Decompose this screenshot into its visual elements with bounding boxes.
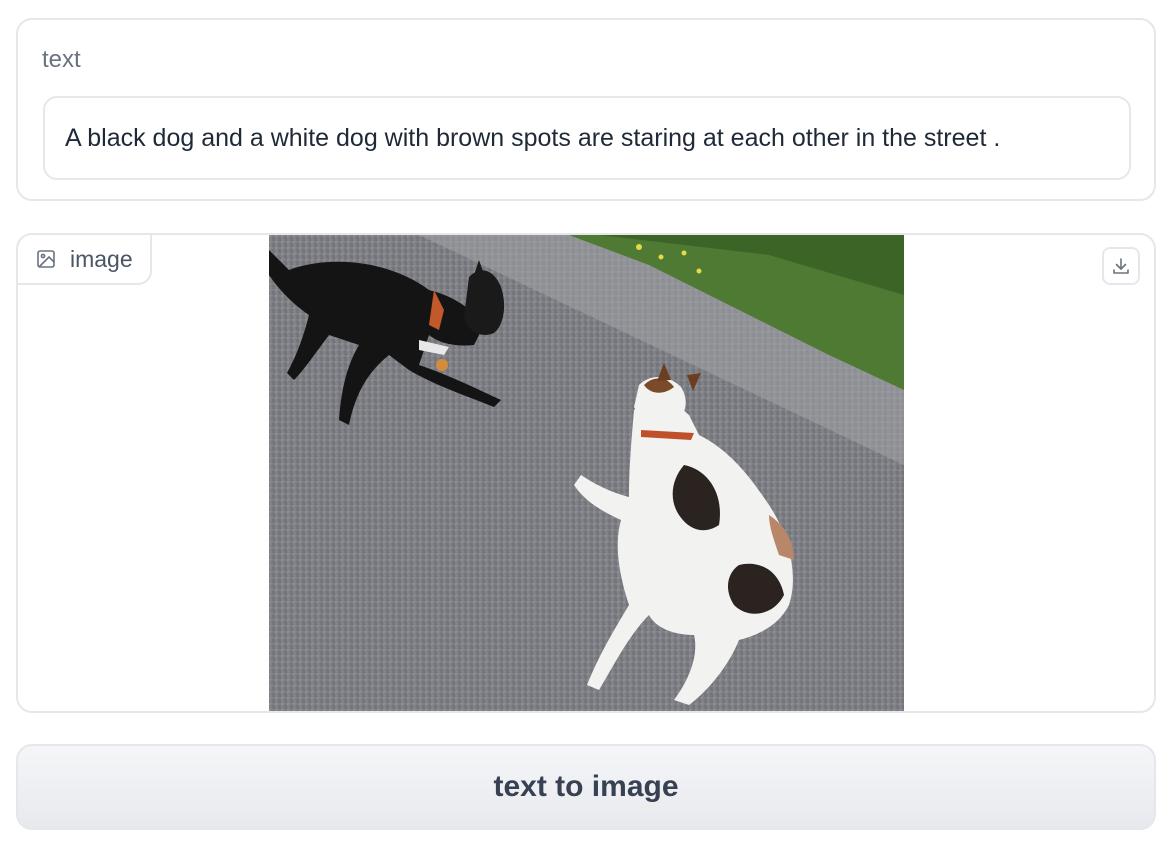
text-input-panel: text A black dog and a white dog with br…: [16, 18, 1156, 201]
image-output-panel: image: [16, 233, 1156, 713]
image-label-tag: image: [18, 235, 152, 285]
download-button[interactable]: [1102, 247, 1140, 285]
generated-image: [269, 235, 904, 711]
text-to-image-button[interactable]: text to image: [16, 744, 1156, 830]
text-input-field[interactable]: A black dog and a white dog with brown s…: [43, 96, 1131, 180]
image-icon: [36, 249, 56, 269]
download-icon: [1111, 256, 1131, 276]
image-label: image: [70, 245, 133, 272]
text-label: text: [42, 46, 81, 73]
